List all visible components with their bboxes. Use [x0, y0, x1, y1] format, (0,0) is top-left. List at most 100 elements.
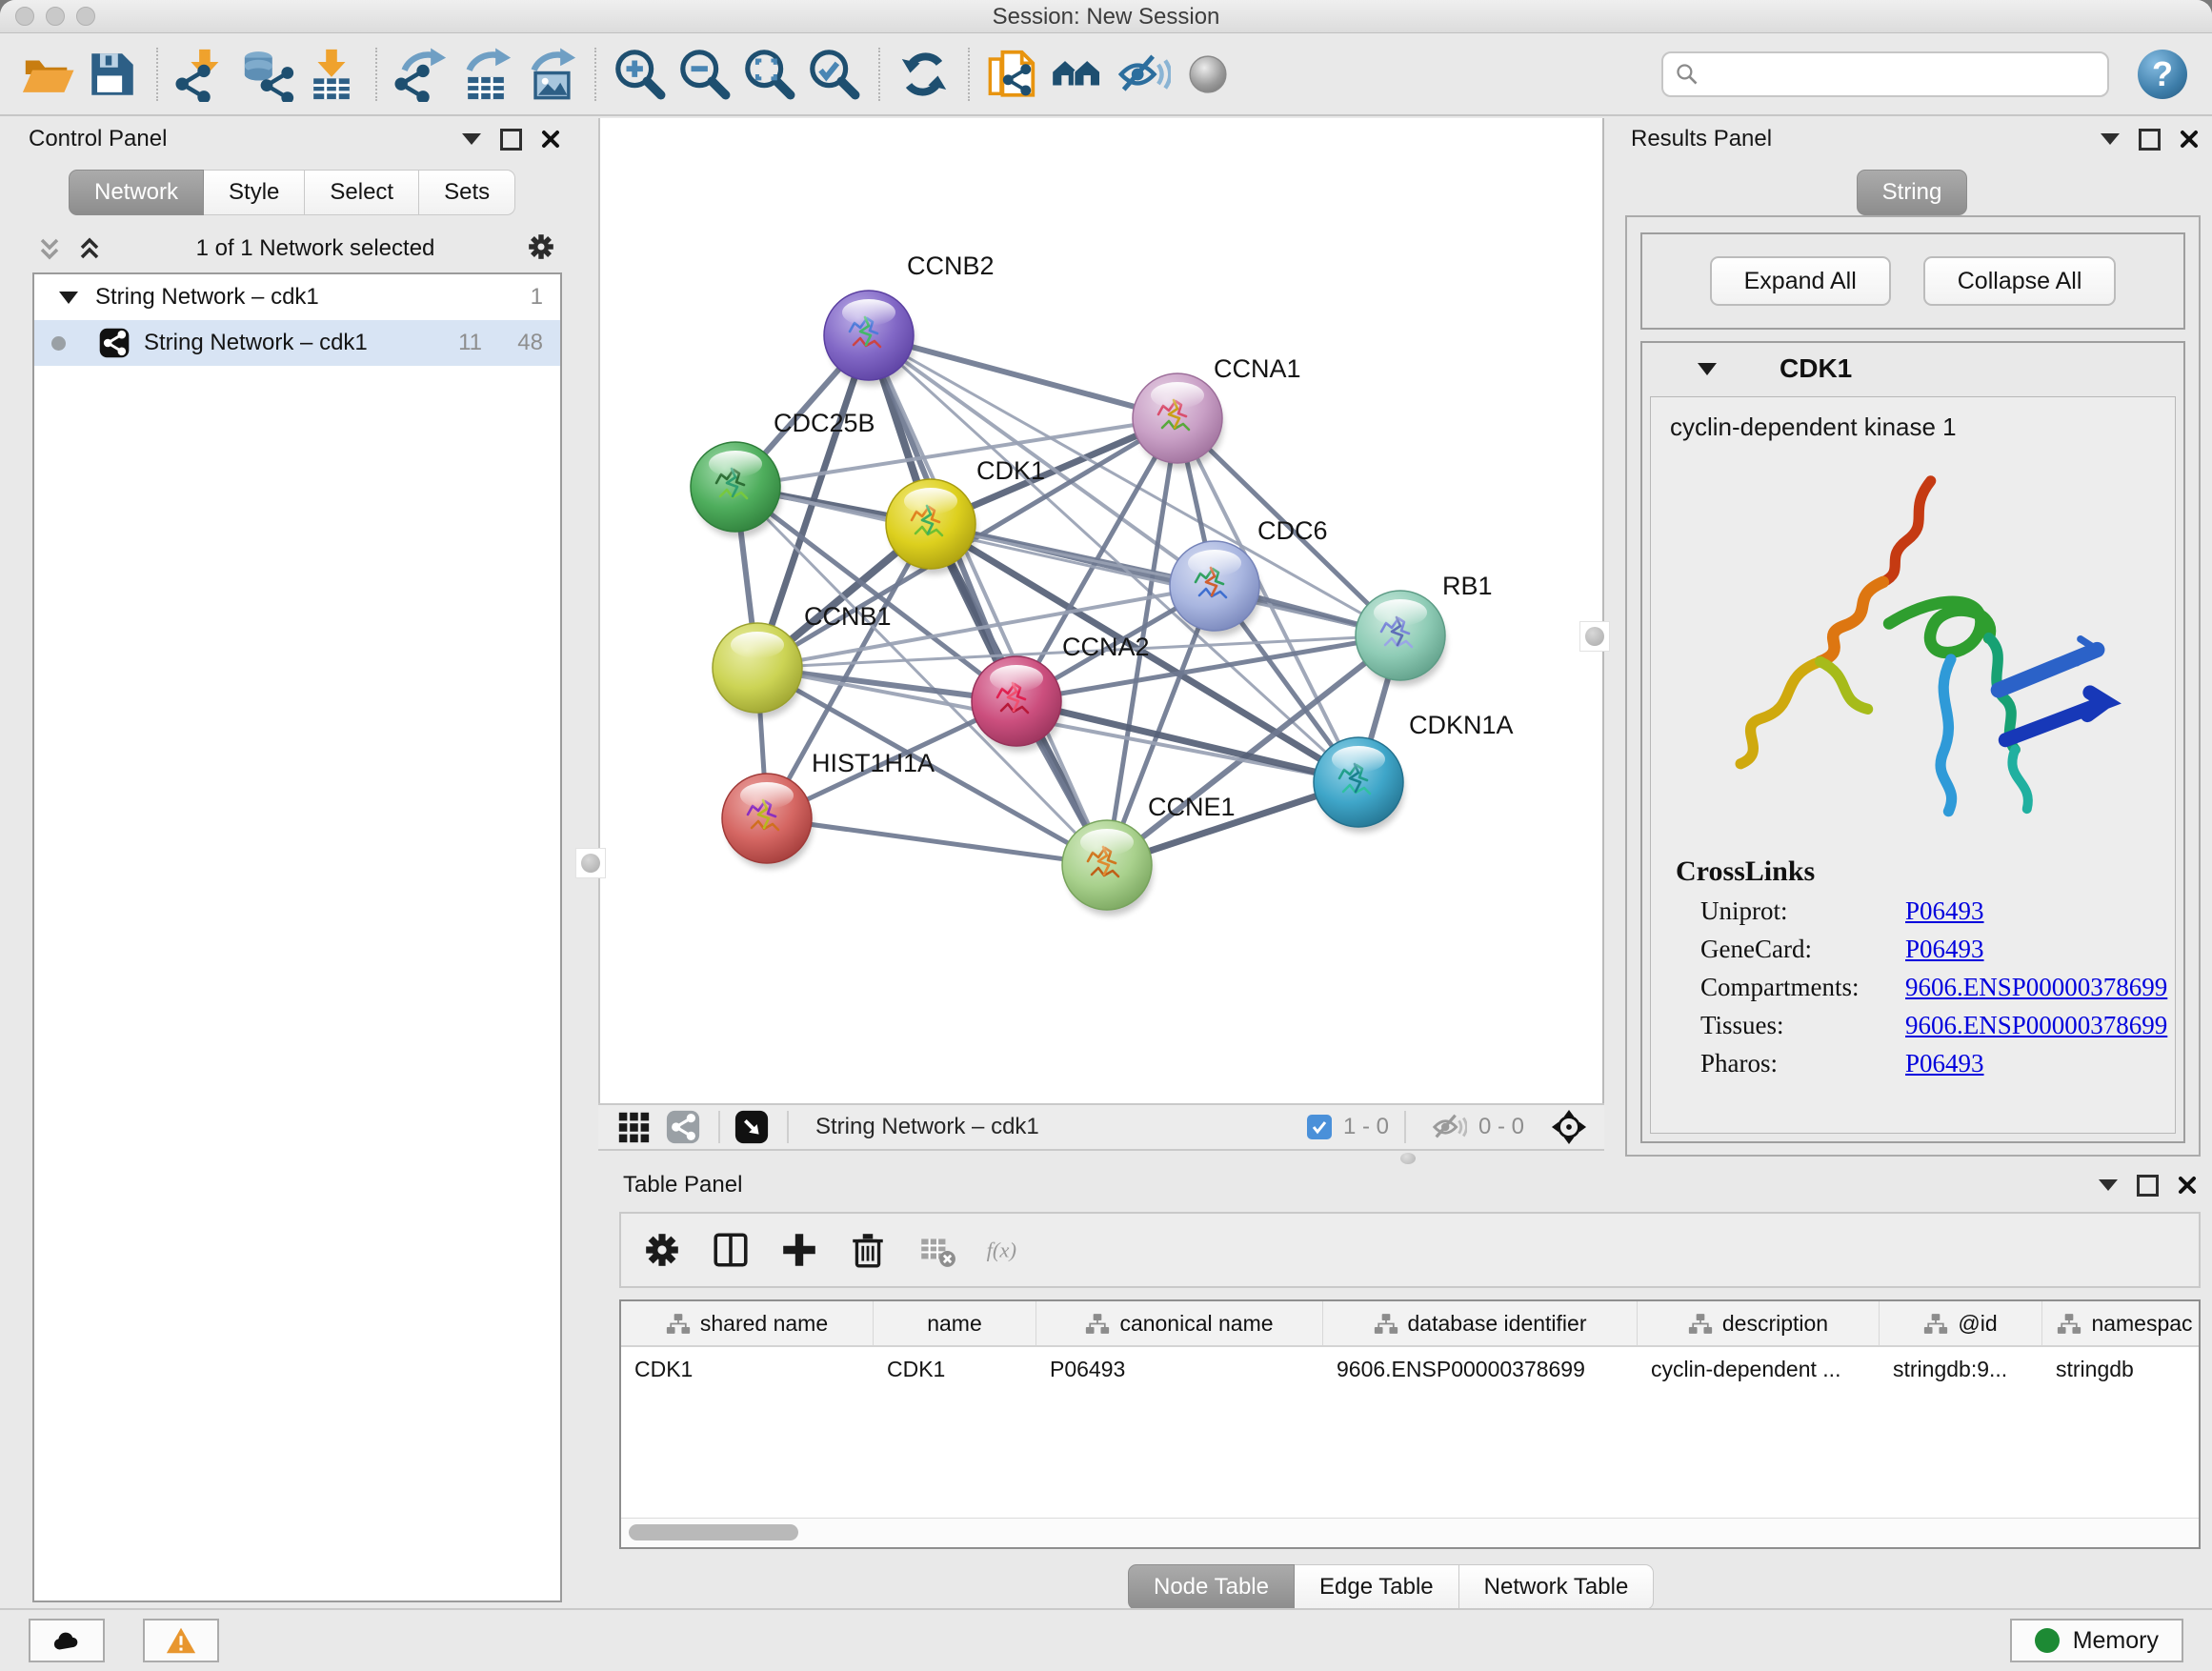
search-input[interactable]	[1707, 60, 2096, 89]
session-share-button[interactable]	[981, 42, 1046, 107]
crosslinks-list: Uniprot:P06493GeneCard:P06493Compartment…	[1651, 896, 2175, 1078]
left-splitter-handle[interactable]	[575, 848, 606, 878]
tab-edge-table[interactable]: Edge Table	[1295, 1564, 1459, 1610]
crosslink-link[interactable]: 9606.ENSP00000378699	[1905, 1011, 2167, 1040]
node-CDKN1A[interactable]: CDKN1A	[1314, 711, 1514, 833]
tab-select[interactable]: Select	[305, 170, 419, 215]
tab-network[interactable]: Network	[69, 170, 204, 215]
export-table-button[interactable]	[453, 42, 518, 107]
inactive-eye-button[interactable]	[1176, 42, 1240, 107]
column-header-canonical-name[interactable]: canonical name	[1036, 1301, 1323, 1345]
warning-icon	[165, 1624, 197, 1657]
bottom-splitter-handle[interactable]	[1400, 1153, 1416, 1164]
import-network-from-database-button[interactable]	[234, 42, 299, 107]
float-panel-icon[interactable]	[2137, 1175, 2159, 1197]
node-CCNA1[interactable]: CCNA1	[1133, 354, 1301, 469]
node-CCNB1[interactable]: CCNB1	[713, 602, 892, 718]
import-table-button[interactable]	[299, 42, 364, 107]
crosslink-label: Uniprot:	[1700, 896, 1905, 926]
delete-column-icon[interactable]	[848, 1230, 888, 1270]
zoom-out-button[interactable]	[673, 42, 737, 107]
close-panel-icon[interactable]	[2178, 1176, 2197, 1195]
show-columns-icon[interactable]	[711, 1230, 751, 1270]
table-header-row: shared namenamecanonical namedatabase id…	[621, 1301, 2199, 1347]
network-row-selected[interactable]: String Network – cdk1 11 48	[34, 320, 560, 366]
hidden-counts: 0 - 0	[1478, 1114, 1524, 1140]
tab-network-table[interactable]: Network Table	[1459, 1564, 1655, 1610]
control-panel-title: Control Panel	[29, 126, 167, 152]
zoom-selected-button[interactable]	[802, 42, 867, 107]
network-share-icon[interactable]	[665, 1109, 701, 1145]
memory-status-dot	[2035, 1628, 2060, 1653]
node-table[interactable]: shared namenamecanonical namedatabase id…	[619, 1299, 2201, 1549]
float-panel-icon[interactable]	[2139, 129, 2161, 151]
node-CDK1[interactable]: CDK1	[886, 456, 1045, 574]
table-horizontal-scrollbar[interactable]	[621, 1518, 2199, 1547]
grid-mode-icon[interactable]	[615, 1109, 652, 1145]
node-HIST1H1A[interactable]: HIST1H1A	[722, 749, 935, 869]
hide-panels-button[interactable]	[1111, 42, 1176, 107]
crosslink-link[interactable]: P06493	[1905, 935, 1984, 964]
table-row[interactable]: CDK1CDK1P064939606.ENSP00000378699cyclin…	[621, 1347, 2199, 1391]
memory-button[interactable]: Memory	[2010, 1619, 2183, 1662]
network-options-gear-icon[interactable]	[526, 232, 556, 267]
panel-menu-icon[interactable]	[2099, 1179, 2118, 1191]
column-header--id[interactable]: @id	[1880, 1301, 2042, 1345]
column-header-namespac[interactable]: namespac	[2042, 1301, 2201, 1345]
selected-checkbox[interactable]	[1307, 1115, 1332, 1139]
node-RB1[interactable]: RB1	[1356, 572, 1493, 686]
help-button[interactable]: ?	[2138, 50, 2187, 99]
column-header-database-identifier[interactable]: database identifier	[1323, 1301, 1638, 1345]
network-list: String Network – cdk1 1 String Network –…	[32, 272, 562, 1602]
warnings-button[interactable]	[143, 1619, 219, 1662]
network-canvas[interactable]: CCNB2CCNA1CDC25BCDK1CDC6RB1CCNB1CCNA2CDK…	[598, 118, 1604, 1103]
column-header-shared-name[interactable]: shared name	[621, 1301, 874, 1345]
crosslink-link[interactable]: P06493	[1905, 896, 1984, 926]
node-CDC25B[interactable]: CDC25B	[691, 409, 875, 537]
export-image-button[interactable]	[518, 42, 583, 107]
tab-string[interactable]: String	[1857, 170, 1968, 215]
close-panel-icon[interactable]	[541, 130, 560, 149]
collapse-all-button[interactable]: Collapse All	[1923, 256, 2117, 306]
birdseye-icon[interactable]	[1551, 1109, 1587, 1145]
edge-HIST1H1A-CCNE1[interactable]	[767, 818, 1107, 865]
section-expander-icon[interactable]	[1698, 363, 1717, 375]
detach-view-icon[interactable]	[734, 1109, 770, 1145]
export-network-button[interactable]	[389, 42, 453, 107]
table-tabs: Node TableEdge TableNetwork Table	[1128, 1564, 1654, 1610]
expand-all-button[interactable]: Expand All	[1710, 256, 1891, 306]
table-toolbar: f(x)	[619, 1212, 2201, 1288]
search-box[interactable]	[1661, 51, 2109, 97]
cloud-button[interactable]	[29, 1619, 105, 1662]
zoom-in-button[interactable]	[608, 42, 673, 107]
string-home-button[interactable]	[1046, 42, 1111, 107]
node-CDC6[interactable]: CDC6	[1170, 516, 1328, 636]
import-network-from-file-button[interactable]	[170, 42, 234, 107]
node-CCNE1[interactable]: CCNE1	[1062, 793, 1236, 916]
expand-all-icon[interactable]	[74, 233, 105, 264]
panel-menu-icon[interactable]	[2101, 133, 2120, 145]
tab-node-table[interactable]: Node Table	[1128, 1564, 1295, 1610]
close-panel-icon[interactable]	[2180, 130, 2199, 149]
collection-expander-icon[interactable]	[59, 292, 78, 304]
scrollbar-thumb[interactable]	[629, 1524, 798, 1540]
apply-layout-button[interactable]	[892, 42, 956, 107]
crosslink-link[interactable]: 9606.ENSP00000378699	[1905, 973, 2167, 1002]
column-header-name[interactable]: name	[874, 1301, 1036, 1345]
save-session-button[interactable]	[80, 42, 145, 107]
create-column-icon[interactable]	[779, 1230, 819, 1270]
panel-menu-icon[interactable]	[462, 133, 481, 145]
zoom-fit-button[interactable]	[737, 42, 802, 107]
table-cell: stringdb	[2042, 1357, 2201, 1382]
tab-sets[interactable]: Sets	[419, 170, 515, 215]
network-collection-row[interactable]: String Network – cdk1 1	[34, 274, 560, 320]
column-header-description[interactable]: description	[1638, 1301, 1880, 1345]
crosslink-link[interactable]: P06493	[1905, 1049, 1984, 1078]
open-session-button[interactable]	[15, 42, 80, 107]
tab-style[interactable]: Style	[204, 170, 305, 215]
right-splitter-handle[interactable]	[1579, 621, 1610, 652]
float-panel-icon[interactable]	[500, 129, 522, 151]
network-label: String Network – cdk1	[144, 330, 421, 356]
table-settings-gear-icon[interactable]	[642, 1230, 682, 1270]
collapse-all-icon[interactable]	[34, 233, 65, 264]
